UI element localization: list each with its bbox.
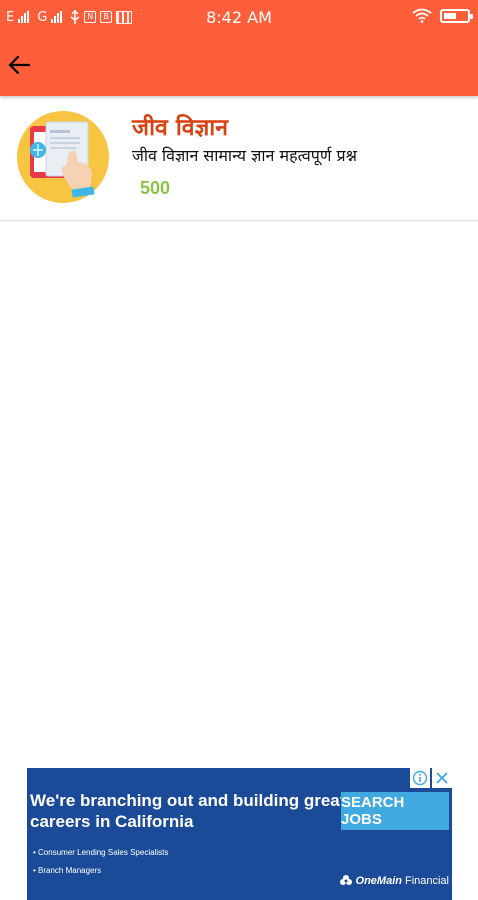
category-title: जीव विज्ञान <box>132 115 229 141</box>
ad-bullet: Consumer Lending Sales Specialists <box>33 844 168 862</box>
category-subtitle: जीव विज्ञान सामान्य ज्ञान महत्वपूर्ण प्र… <box>132 146 357 165</box>
arrow-left-icon <box>8 55 30 75</box>
ad-banner[interactable]: We're branching out and building great c… <box>27 768 452 900</box>
battery-icon <box>440 8 473 23</box>
search-jobs-button[interactable]: SEARCH JOBS <box>341 792 449 830</box>
battery-fill <box>444 12 456 19</box>
ad-controls <box>410 768 452 788</box>
hand-touch-tablet-illustration <box>17 111 109 203</box>
back-button[interactable] <box>4 50 34 80</box>
ad-close-button[interactable] <box>432 768 452 788</box>
status-icons-right <box>412 8 473 23</box>
ad-brand-light: Financial <box>404 875 449 887</box>
ad-headline: We're branching out and building great c… <box>30 791 346 831</box>
question-count: 500 <box>140 178 171 198</box>
status-bar: E G N B 8:42 AM <box>0 0 478 34</box>
status-time: 8:42 AM <box>206 8 272 27</box>
ad-brand-logo: OneMain Financial <box>339 874 449 888</box>
brand-flower-icon <box>339 875 352 885</box>
ad-brand-strong: OneMain <box>355 875 402 887</box>
app-bar <box>0 34 478 96</box>
ad-info-button[interactable] <box>410 768 430 788</box>
ad-bullets: Consumer Lending Sales Specialists Branc… <box>33 844 168 880</box>
ad-bullet: Branch Managers <box>33 862 168 880</box>
category-list-item[interactable]: जीव विज्ञान जीव विज्ञान सामान्य ज्ञान मह… <box>0 96 478 221</box>
info-icon <box>412 770 428 786</box>
close-icon <box>436 772 448 784</box>
wifi-icon <box>412 8 432 23</box>
